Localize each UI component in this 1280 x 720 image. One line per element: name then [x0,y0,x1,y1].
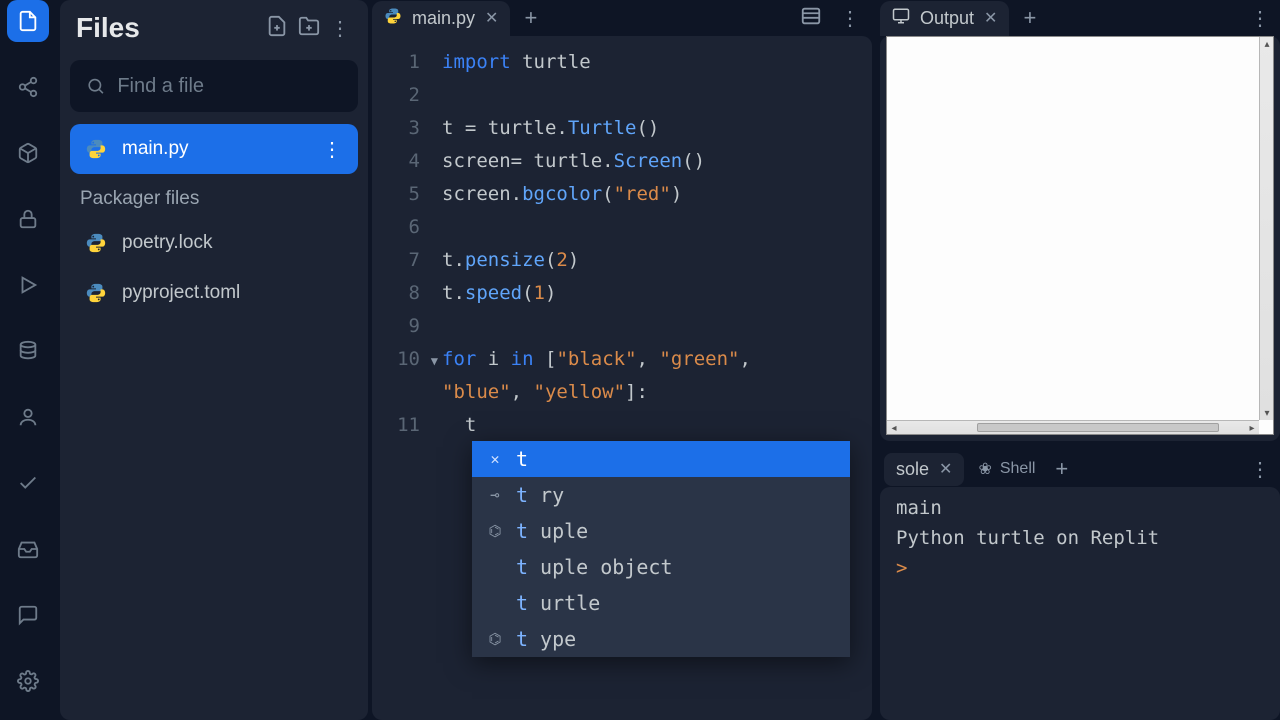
right-column: Output ✕ + ▴ ▾ ◂ ▸ sole ✕ ❀ Shell + [880,0,1280,720]
activity-bar [0,0,56,720]
scroll-up-icon[interactable]: ▴ [1260,37,1274,51]
output-tab[interactable]: Output ✕ [880,1,1009,36]
python-icon [84,231,108,255]
autocomplete-item[interactable]: ⌬tuple [472,513,850,549]
line-gutter: 12345678910▼ 11 [372,46,430,442]
python-icon [84,281,108,305]
scroll-thumb[interactable] [977,423,1219,432]
file-item-pyproject[interactable]: pyproject.toml [70,268,358,318]
layout-icon[interactable] [800,5,822,32]
shell-tab[interactable]: ❀ Shell [972,459,1041,479]
inbox-icon[interactable] [7,528,49,570]
autocomplete-popup[interactable]: ✕t⊸try⌬tuple tuple object turtle⌬type [472,441,850,657]
scroll-right-icon[interactable]: ▸ [1245,421,1259,435]
close-icon[interactable]: ✕ [984,8,997,28]
code-editor[interactable]: 12345678910▼ 11 import turtle t = turtle… [372,36,872,720]
run-icon[interactable] [7,264,49,306]
monitor-icon [892,7,910,30]
files-panel: Files main.py Packager files poetry.lock… [60,0,368,720]
add-tab-button[interactable]: + [1017,5,1042,31]
tab-label: Shell [1000,460,1036,478]
console-panel: main Python turtle on Replit > [880,487,1280,720]
console-prompt: > [896,557,907,579]
files-title: Files [76,12,140,44]
user-icon[interactable] [7,396,49,438]
editor-panel: main.py ✕ + 12345678910▼ 11 import turtl… [372,0,872,720]
code-content[interactable]: import turtle t = turtle.Turtle()screen=… [442,46,862,442]
console-line: Python turtle on Replit [896,523,1264,553]
scroll-left-icon[interactable]: ◂ [887,421,901,435]
package-icon[interactable] [7,132,49,174]
console-line: main [896,493,1264,523]
autocomplete-item[interactable]: turtle [472,585,850,621]
add-tab-button[interactable]: + [1049,456,1074,482]
lock-icon[interactable] [7,198,49,240]
editor-tab[interactable]: main.py ✕ [372,1,510,36]
file-search-input[interactable] [117,75,342,98]
python-icon [84,137,108,161]
tab-label: Output [920,8,974,29]
file-search[interactable] [70,60,358,112]
check-icon[interactable] [7,462,49,504]
close-icon[interactable]: ✕ [485,8,498,28]
share-icon[interactable] [7,66,49,108]
editor-more-icon[interactable] [840,6,862,31]
file-item-poetry[interactable]: poetry.lock [70,218,358,268]
python-icon [384,7,402,30]
file-item-main[interactable]: main.py [70,124,358,174]
console-output[interactable]: main Python turtle on Replit > [880,487,1280,589]
console-tabs: sole ✕ ❀ Shell + [880,451,1280,487]
scroll-down-icon[interactable]: ▾ [1260,406,1274,420]
output-more-icon[interactable] [1250,6,1280,31]
files-icon[interactable] [7,0,49,42]
add-tab-button[interactable]: + [518,5,543,31]
database-icon[interactable] [7,330,49,372]
file-item-more-icon[interactable] [322,137,344,162]
new-file-icon[interactable] [266,15,288,42]
tab-label: sole [896,459,929,480]
shell-icon: ❀ [978,459,991,479]
new-folder-icon[interactable] [298,15,320,42]
file-item-label: pyproject.toml [122,282,240,304]
autocomplete-item[interactable]: ⌬type [472,621,850,657]
output-canvas[interactable]: ▴ ▾ ◂ ▸ [886,36,1274,435]
close-icon[interactable]: ✕ [939,459,952,479]
files-more-icon[interactable] [330,16,352,41]
output-tabs: Output ✕ + [880,0,1280,36]
console-tab[interactable]: sole ✕ [884,453,964,486]
chat-icon[interactable] [7,594,49,636]
tab-label: main.py [412,8,475,29]
scrollbar-vertical[interactable]: ▴ ▾ [1259,37,1273,420]
console-more-icon[interactable] [1250,457,1280,482]
autocomplete-item[interactable]: ✕t [472,441,850,477]
autocomplete-item[interactable]: tuple object [472,549,850,585]
scrollbar-horizontal[interactable]: ◂ ▸ [887,420,1259,434]
editor-tabs: main.py ✕ + [372,0,872,36]
packager-files-label: Packager files [70,174,358,218]
settings-icon[interactable] [7,660,49,702]
search-icon [86,75,105,97]
file-item-label: main.py [122,138,189,160]
file-item-label: poetry.lock [122,232,212,254]
output-panel: ▴ ▾ ◂ ▸ [880,36,1280,441]
autocomplete-item[interactable]: ⊸try [472,477,850,513]
